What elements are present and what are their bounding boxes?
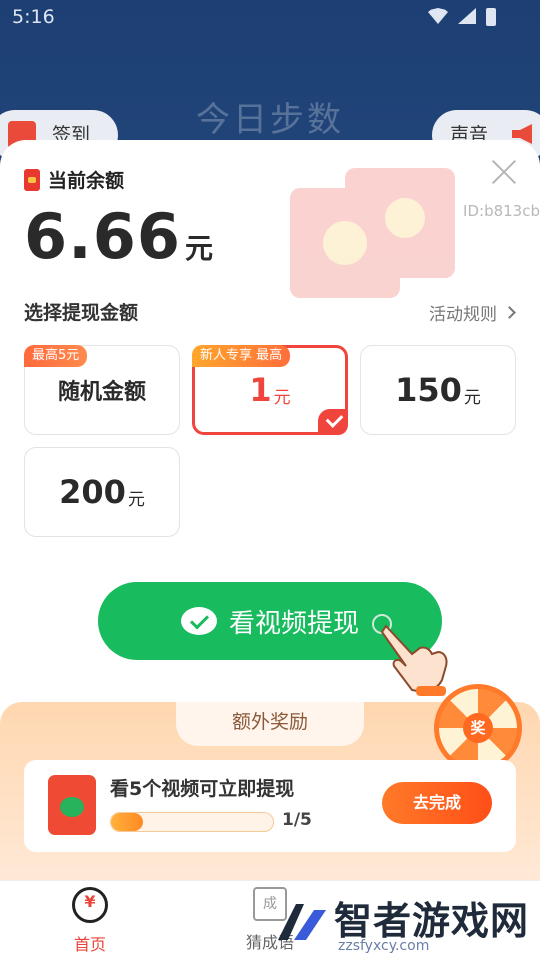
red-packet-icon — [24, 168, 40, 191]
wechat-icon — [180, 607, 217, 635]
extra-rewards-panel: 额外奖励 奖 看5个视频可立即提现 1/5 去完成 — [0, 684, 540, 880]
yuan-coin-icon — [72, 887, 108, 923]
signal-icon — [458, 8, 476, 24]
withdraw-sheet: 当前余额 ID:b813cb 6.66 元 选择提现金额 活动规则 最高5元 随… — [0, 140, 540, 880]
check-icon — [318, 409, 348, 435]
nav-home[interactable]: 首页 — [40, 887, 140, 955]
balance-unit: 元 — [184, 232, 213, 265]
balance-label: 当前余额 — [48, 170, 125, 192]
task-title: 看5个视频可立即提现 — [110, 778, 295, 800]
close-icon[interactable] — [490, 158, 518, 186]
status-time: 5:16 — [12, 6, 55, 28]
option-value: 1 — [249, 371, 272, 409]
lucky-wheel-icon[interactable]: 奖 — [434, 684, 522, 772]
rules-link[interactable]: 活动规则 — [429, 300, 516, 325]
amount-option-random[interactable]: 最高5元 随机金额 — [24, 345, 180, 435]
option-tag: 新人专享 最高 — [192, 345, 291, 367]
balance-amount: 6.66 — [24, 200, 181, 273]
status-bar: 5:16 — [0, 0, 540, 36]
option-value: 150 — [395, 371, 462, 409]
option-unit: 元 — [463, 387, 481, 408]
battery-icon — [486, 8, 496, 26]
red-envelope-decoration-icon — [290, 168, 455, 298]
wheel-label: 奖 — [463, 713, 493, 743]
balance: 6.66 元 — [24, 200, 213, 273]
extra-rewards-title: 额外奖励 — [176, 702, 364, 746]
pointing-hand-icon — [372, 614, 448, 696]
option-value: 200 — [59, 473, 126, 511]
wifi-icon — [428, 8, 448, 24]
option-label: 随机金额 — [57, 380, 146, 405]
amount-option-200[interactable]: 200 元 — [24, 447, 180, 537]
task-progress-text: 1/5 — [282, 810, 312, 830]
amount-option-150[interactable]: 150 元 — [360, 345, 516, 435]
chevron-right-icon — [503, 306, 516, 319]
task-card: 看5个视频可立即提现 1/5 去完成 — [24, 760, 516, 852]
option-tag: 最高5元 — [24, 345, 88, 367]
red-envelope-icon — [48, 775, 96, 835]
task-progress-bar — [110, 812, 274, 832]
watermark-subtitle: zzsfyxcy.com — [338, 938, 430, 954]
watermark: 智者游戏网 zzsfyxcy.com — [270, 890, 540, 960]
go-complete-button[interactable]: 去完成 — [382, 782, 492, 824]
watermark-logo-icon — [278, 904, 326, 940]
choose-amount-label: 选择提现金额 — [24, 302, 139, 324]
amount-option-1[interactable]: 新人专享 最高 1 元 — [192, 345, 348, 435]
option-unit: 元 — [273, 387, 291, 408]
watermark-title: 智者游戏网 — [334, 899, 530, 943]
option-unit: 元 — [127, 489, 145, 510]
user-id: ID:b813cb — [463, 202, 540, 220]
task-progress-fill — [111, 813, 144, 831]
